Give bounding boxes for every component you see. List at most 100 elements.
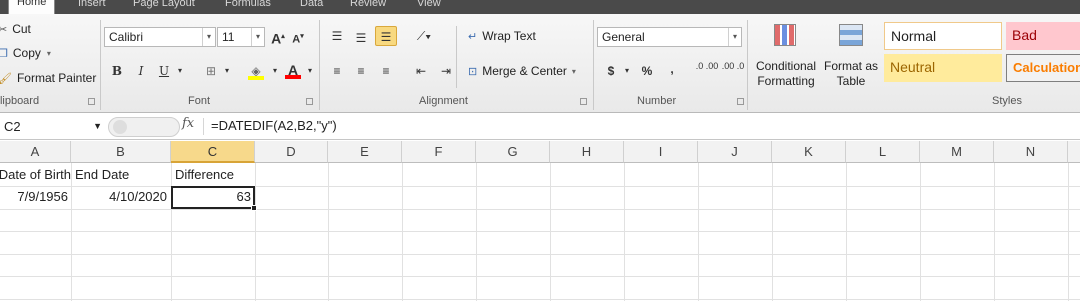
column-header-n[interactable]: N xyxy=(994,141,1068,163)
tab-page-layout[interactable]: Page Layout xyxy=(133,0,195,14)
underline-button[interactable]: U xyxy=(157,61,171,81)
align-top-icon[interactable]: ☰ xyxy=(328,26,346,46)
gridline xyxy=(772,163,773,301)
clipboard-launcher-icon[interactable] xyxy=(88,98,95,105)
italic-button[interactable]: I xyxy=(134,61,148,81)
format-table-icon xyxy=(839,24,863,46)
wrap-text-button[interactable]: ↵ Wrap Text xyxy=(468,27,536,45)
font-size-select[interactable]: 11 ▾ xyxy=(217,27,265,47)
increase-indent-icon[interactable]: ⇥ xyxy=(437,61,455,81)
align-left-icon[interactable]: ≡ xyxy=(328,61,346,81)
column-header-d[interactable]: D xyxy=(255,141,328,163)
formula-bar-controls xyxy=(108,117,180,137)
font-color-button[interactable]: A xyxy=(283,60,303,80)
increase-decimal-button[interactable]: .0 .00 xyxy=(695,61,719,81)
tab-insert[interactable]: Insert xyxy=(78,0,106,14)
align-right-icon[interactable]: ≡ xyxy=(377,61,395,81)
group-label-font: Font xyxy=(188,95,211,107)
gridline xyxy=(328,163,329,301)
decrease-indent-icon[interactable]: ⇤ xyxy=(412,61,430,81)
align-middle-icon[interactable]: ☰ xyxy=(352,28,370,48)
column-header-a[interactable]: A xyxy=(0,141,71,163)
chevron-down-icon: ▾ xyxy=(728,28,741,46)
chevron-down-icon[interactable]: ▾ xyxy=(175,61,185,81)
style-neutral[interactable]: Neutral xyxy=(884,54,1002,82)
font-name-select[interactable]: Calibri ▾ xyxy=(104,27,216,47)
cell-a1[interactable]: Date of Birth xyxy=(0,165,71,185)
orientation-icon[interactable]: ⟋▾ xyxy=(413,26,435,46)
group-divider xyxy=(319,20,320,110)
tab-home[interactable]: Home xyxy=(8,0,56,14)
formula-divider xyxy=(203,118,204,135)
cell-a2[interactable]: 7/9/1956 xyxy=(0,187,68,207)
tab-formulas[interactable]: Formulas xyxy=(225,0,271,14)
gridline xyxy=(0,231,1080,232)
cut-button[interactable]: ✂ Cut xyxy=(0,20,31,38)
column-header-partial xyxy=(1068,141,1080,163)
comma-button[interactable]: , xyxy=(666,59,678,79)
bold-button[interactable]: B xyxy=(110,61,124,81)
alignment-launcher-icon[interactable] xyxy=(580,98,587,105)
shrink-font-button[interactable]: A▾ xyxy=(290,27,306,47)
group-divider xyxy=(593,20,594,110)
decrease-decimal-button[interactable]: .00 .0 xyxy=(721,61,745,81)
fill-handle[interactable] xyxy=(251,205,257,211)
format-as-table-button[interactable]: Format as Table xyxy=(822,22,880,94)
cell-b1[interactable]: End Date xyxy=(75,165,129,185)
column-header-b[interactable]: B xyxy=(71,141,171,163)
font-launcher-icon[interactable] xyxy=(306,98,313,105)
chevron-down-icon[interactable]: ▾ xyxy=(222,61,232,81)
name-box[interactable]: C2 ▼ xyxy=(0,116,106,137)
grow-font-button[interactable]: A▴ xyxy=(270,27,286,47)
chevron-down-icon[interactable]: ▾ xyxy=(305,61,315,81)
column-header-k[interactable]: K xyxy=(772,141,846,163)
gridline xyxy=(402,163,403,301)
active-cell-border xyxy=(171,186,255,209)
number-format-select[interactable]: General ▾ xyxy=(597,27,742,47)
currency-button[interactable]: $ xyxy=(604,61,618,81)
chevron-down-icon[interactable]: ▾ xyxy=(270,61,280,81)
gridline xyxy=(171,163,172,301)
style-normal[interactable]: Normal xyxy=(884,22,1002,50)
align-bottom-icon[interactable]: ☰ xyxy=(375,26,397,46)
cancel-icon[interactable] xyxy=(113,120,127,134)
formula-input[interactable]: =DATEDIF(A2,B2,"y") xyxy=(211,118,337,133)
cell-c1[interactable]: Difference xyxy=(175,165,234,185)
number-launcher-icon[interactable] xyxy=(737,98,744,105)
tab-review[interactable]: Review xyxy=(350,0,386,14)
column-header-m[interactable]: M xyxy=(920,141,994,163)
cell-b2[interactable]: 4/10/2020 xyxy=(71,187,167,207)
gridline xyxy=(0,254,1080,255)
column-header-f[interactable]: F xyxy=(402,141,476,163)
ribbon: ✂ Cut ❐ Copy ▾ 🖌 Format Painter Clipboar… xyxy=(0,14,1080,113)
chevron-down-icon: ▾ xyxy=(571,66,576,76)
gridline xyxy=(846,163,847,301)
column-header-c[interactable]: C xyxy=(171,141,255,163)
group-divider xyxy=(456,26,457,88)
column-header-h[interactable]: H xyxy=(550,141,624,163)
conditional-formatting-button[interactable]: Conditional Formatting xyxy=(752,22,818,94)
gridline xyxy=(698,163,699,301)
column-header-i[interactable]: I xyxy=(624,141,698,163)
style-calculation[interactable]: Calculation xyxy=(1006,54,1080,82)
gridline xyxy=(71,163,72,301)
insert-function-icon[interactable]: fx xyxy=(182,116,194,131)
chevron-down-icon: ▾ xyxy=(251,28,264,46)
gridline xyxy=(994,163,995,301)
column-header-g[interactable]: G xyxy=(476,141,550,163)
column-header-l[interactable]: L xyxy=(846,141,920,163)
copy-button[interactable]: ❐ Copy ▾ xyxy=(0,44,51,62)
percent-button[interactable]: % xyxy=(640,61,654,81)
style-bad[interactable]: Bad xyxy=(1006,22,1080,50)
column-header-j[interactable]: J xyxy=(698,141,772,163)
tab-view[interactable]: View xyxy=(417,0,441,14)
column-header-e[interactable]: E xyxy=(328,141,402,163)
fill-color-button[interactable]: ◈ xyxy=(246,61,266,81)
align-center-icon[interactable]: ≡ xyxy=(352,61,370,81)
merge-center-button[interactable]: ⊡ Merge & Center ▾ xyxy=(468,62,576,80)
gridline xyxy=(550,163,551,301)
format-painter-button[interactable]: 🖌 Format Painter xyxy=(0,69,96,87)
borders-icon[interactable]: ⊞ xyxy=(203,61,219,81)
chevron-down-icon[interactable]: ▾ xyxy=(622,61,632,81)
tab-data[interactable]: Data xyxy=(300,0,323,14)
